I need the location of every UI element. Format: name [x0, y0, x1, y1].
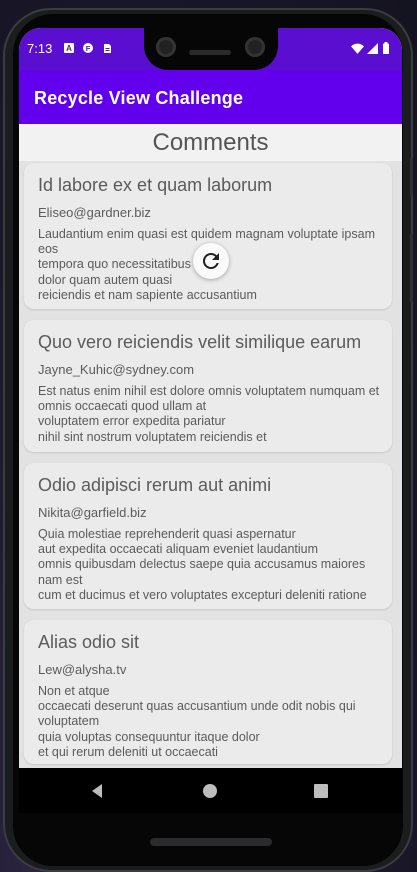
comment-body: Est natus enim nihil est dolore omnis vo… [38, 384, 380, 444]
clipboard-icon [104, 44, 111, 53]
comment-email: Jayne_Kuhic@sydney.com [38, 362, 195, 377]
power-button [410, 158, 413, 196]
swipe-refresh-indicator [193, 243, 229, 279]
a-notification-icon: A [64, 43, 74, 53]
recents-icon[interactable] [310, 780, 332, 802]
comment-title: Odio adipisci rerum aut animi [38, 475, 272, 495]
front-camera-left [156, 37, 176, 57]
svg-text:F: F [86, 44, 91, 53]
comment-email: Nikita@garfield.biz [38, 505, 147, 520]
screen: 7:13 A F Recycle View Challenge Comments… [19, 28, 402, 813]
comment-body: Quia molestiae reprehenderit quasi asper… [38, 527, 367, 602]
refresh-icon [202, 252, 219, 269]
status-bar: 7:13 A F [19, 28, 402, 70]
home-icon[interactable] [199, 780, 221, 802]
earpiece-speaker [189, 50, 231, 55]
camera-notch [144, 28, 278, 70]
navigation-bar [19, 768, 402, 813]
battery-icon [383, 42, 389, 54]
volume-button [410, 233, 413, 303]
page-title: Comments [19, 124, 402, 161]
bottom-speaker [150, 838, 272, 846]
comment-card[interactable]: Quo vero reiciendis velit similique earu… [24, 320, 392, 452]
svg-text:A: A [66, 44, 72, 53]
app-title: Recycle View Challenge [34, 88, 244, 108]
back-icon[interactable] [87, 780, 109, 802]
signal-icon [367, 43, 378, 54]
comment-title: Id labore ex et quam laborum [38, 175, 273, 195]
comment-email: Lew@alysha.tv [38, 662, 127, 677]
front-camera-right [245, 37, 265, 57]
comment-title: Quo vero reiciendis velit similique earu… [38, 332, 362, 352]
comment-title: Alias odio sit [38, 632, 140, 652]
comment-body: Non et atque occaecati deserunt quas acc… [38, 684, 356, 759]
comment-email: Eliseo@gardner.biz [38, 205, 151, 220]
app-bar: Recycle View Challenge [19, 70, 402, 124]
comment-card[interactable]: Alias odio sit Lew@alysha.tv Non et atqu… [24, 620, 392, 764]
comment-card[interactable]: Id labore ex et quam laborum Eliseo@gard… [24, 163, 392, 309]
f-notification-icon: F [83, 43, 93, 53]
wifi-icon [351, 43, 364, 54]
comment-card[interactable]: Odio adipisci rerum aut animi Nikita@gar… [24, 463, 392, 609]
status-time: 7:13 [27, 41, 53, 56]
